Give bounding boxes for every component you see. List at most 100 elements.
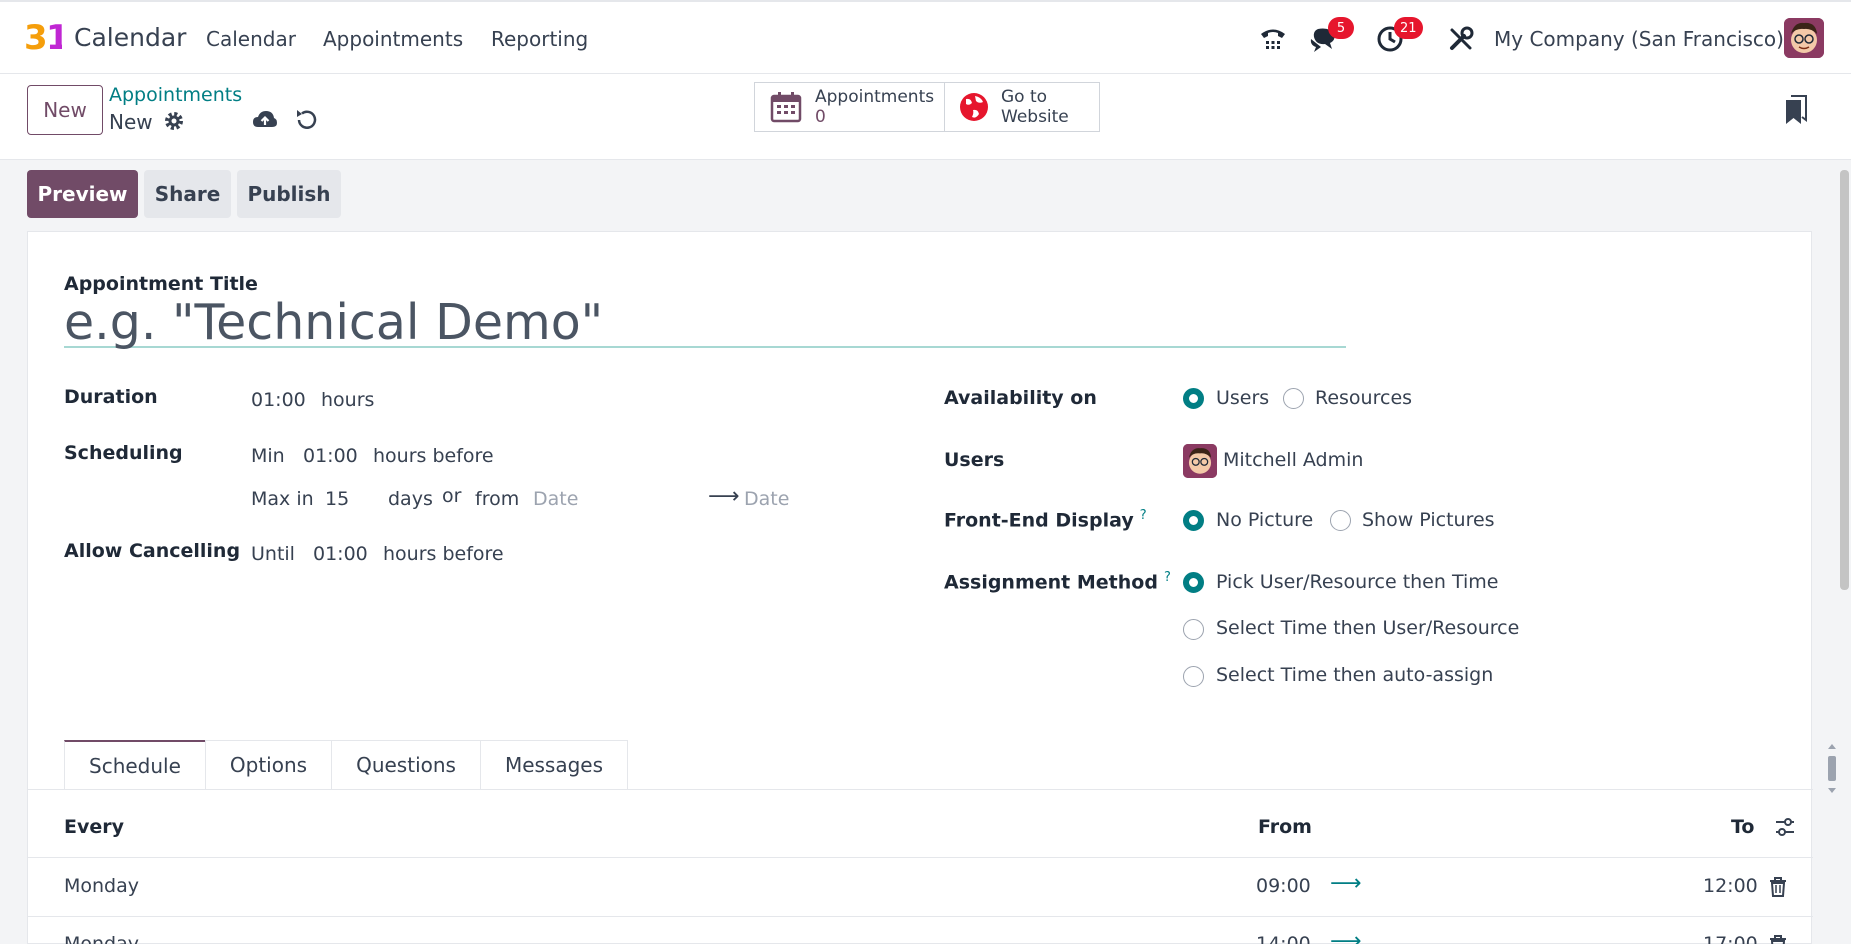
bookmark-icon[interactable]: [1784, 94, 1808, 126]
radio-show-pictures-label[interactable]: Show Pictures: [1362, 509, 1495, 531]
messages-badge: 5: [1328, 17, 1354, 39]
tools-icon[interactable]: [1444, 22, 1478, 56]
column-header-to[interactable]: To: [1731, 816, 1755, 838]
column-header-from[interactable]: From: [1258, 816, 1312, 838]
allow-cancelling-label: Allow Cancelling: [64, 540, 241, 562]
availability-label: Availability on: [944, 387, 1097, 409]
row1-from[interactable]: 09:00: [1256, 875, 1311, 897]
trash-icon[interactable]: [1769, 877, 1787, 897]
users-label: Users: [944, 449, 1005, 471]
tab-options[interactable]: Options: [204, 740, 333, 789]
radio-no-picture-label[interactable]: No Picture: [1216, 509, 1313, 531]
go-to-label: Go to: [1001, 87, 1048, 107]
appointment-title-input[interactable]: e.g. "Technical Demo": [64, 298, 1346, 348]
menu-calendar[interactable]: Calendar: [206, 27, 296, 51]
frontend-display-label: Front-End Display?: [944, 508, 1147, 532]
or-label: or: [442, 485, 462, 507]
appointments-smart-button[interactable]: Appointments 0: [754, 82, 945, 132]
user-avatar-icon[interactable]: [1784, 18, 1824, 58]
breadcrumb-current: New: [109, 110, 153, 134]
radio-show-pictures[interactable]: [1330, 510, 1351, 531]
radio-resources-label[interactable]: Resources: [1315, 387, 1412, 409]
menu-reporting[interactable]: Reporting: [491, 27, 588, 51]
tab-questions[interactable]: Questions: [331, 740, 481, 789]
radio-pick-user-then-time-label[interactable]: Pick User/Resource then Time: [1216, 571, 1498, 593]
duration-input[interactable]: 01:00: [251, 389, 306, 411]
phone-icon[interactable]: [1256, 22, 1290, 56]
trash-icon[interactable]: [1769, 935, 1787, 944]
duration-label: Duration: [64, 386, 158, 408]
help-tooltip-icon[interactable]: ?: [1164, 570, 1171, 585]
preview-button[interactable]: Preview: [27, 170, 138, 218]
cancel-limit-unit: hours before: [383, 543, 504, 565]
calendar-app-logo-icon[interactable]: 3 1: [24, 16, 62, 56]
min-label: Min: [251, 445, 285, 467]
min-notice-input[interactable]: 01:00: [303, 445, 358, 467]
menu-appointments[interactable]: Appointments: [323, 27, 463, 51]
row1-day[interactable]: Monday: [64, 875, 139, 897]
go-to-website-button[interactable]: Go to Website: [944, 82, 1100, 132]
right-arrow-icon: ⟶: [708, 484, 740, 509]
publish-button[interactable]: Publish: [237, 170, 341, 218]
duration-unit: hours: [321, 389, 375, 411]
website-label: Website: [1001, 107, 1069, 127]
activities-badge: 21: [1394, 17, 1423, 39]
radio-resources[interactable]: [1283, 388, 1304, 409]
row-divider: [28, 916, 1813, 917]
column-header-every[interactable]: Every: [64, 816, 124, 838]
gear-icon[interactable]: [163, 110, 185, 132]
notebook-tabs: Schedule Options Questions Messages: [64, 740, 629, 789]
radio-pick-user-then-time[interactable]: [1183, 572, 1204, 593]
form-sheet: Appointment Title e.g. "Technical Demo" …: [27, 231, 1836, 944]
radio-time-then-user[interactable]: [1183, 619, 1204, 640]
column-settings-icon[interactable]: [1774, 816, 1796, 838]
top-navbar: 3 1 Calendar Calendar Appointments Repor…: [0, 0, 1851, 74]
row2-day[interactable]: Monday: [64, 933, 139, 944]
new-button[interactable]: New: [27, 85, 103, 135]
appointment-title-label: Appointment Title: [64, 273, 258, 295]
control-panel: New Appointments New Appointments 0 Go t…: [0, 74, 1851, 160]
share-button[interactable]: Share: [144, 170, 231, 218]
globe-icon: [960, 93, 988, 121]
appointments-smart-label: Appointments: [815, 87, 935, 107]
radio-time-then-auto-assign[interactable]: [1183, 666, 1204, 687]
breadcrumb-parent[interactable]: Appointments: [109, 84, 242, 106]
tab-schedule[interactable]: Schedule: [64, 740, 206, 789]
scheduling-label: Scheduling: [64, 442, 183, 464]
start-date-input[interactable]: Date: [533, 488, 578, 510]
radio-time-then-auto-assign-label[interactable]: Select Time then auto-assign: [1216, 664, 1493, 686]
cloud-upload-icon[interactable]: [252, 108, 278, 132]
appointment-title-placeholder: e.g. "Technical Demo": [64, 294, 604, 351]
radio-users-label[interactable]: Users: [1216, 387, 1269, 409]
radio-no-picture[interactable]: [1183, 510, 1204, 531]
discard-icon[interactable]: [293, 107, 319, 133]
assignment-method-label: Assignment Method?: [944, 570, 1171, 594]
app-name[interactable]: Calendar: [74, 23, 186, 52]
company-switcher[interactable]: My Company (San Francisco): [1494, 27, 1784, 51]
max-days-input[interactable]: 15: [325, 488, 349, 510]
right-arrow-icon: ⟶: [1330, 871, 1362, 896]
appointments-count: 0: [815, 107, 826, 127]
max-label: Max in: [251, 488, 314, 510]
min-notice-unit: hours before: [373, 445, 494, 467]
svg-text:3: 3: [24, 18, 48, 56]
row1-to[interactable]: 12:00: [1703, 875, 1758, 897]
row2-to[interactable]: 17:00: [1703, 933, 1758, 944]
until-label: Until: [251, 543, 295, 565]
max-days-unit: days: [388, 488, 433, 510]
row2-from[interactable]: 14:00: [1256, 933, 1311, 944]
cancel-limit-input[interactable]: 01:00: [313, 543, 368, 565]
radio-time-then-user-label[interactable]: Select Time then User/Resource: [1216, 617, 1519, 639]
tabs-divider: [28, 789, 1813, 790]
tabs-scrollbar[interactable]: [1826, 743, 1838, 794]
help-tooltip-icon[interactable]: ?: [1140, 508, 1147, 523]
tab-messages[interactable]: Messages: [479, 740, 629, 789]
radio-users[interactable]: [1183, 388, 1204, 409]
right-arrow-icon: ⟶: [1330, 929, 1362, 944]
user-tag-mitchell-admin[interactable]: Mitchell Admin: [1223, 449, 1363, 471]
page-scrollbar-thumb[interactable]: [1840, 170, 1849, 590]
end-date-input[interactable]: Date: [744, 488, 789, 510]
calendar-icon: [770, 92, 802, 123]
svg-text:1: 1: [46, 18, 62, 56]
table-header-divider: [28, 857, 1813, 858]
